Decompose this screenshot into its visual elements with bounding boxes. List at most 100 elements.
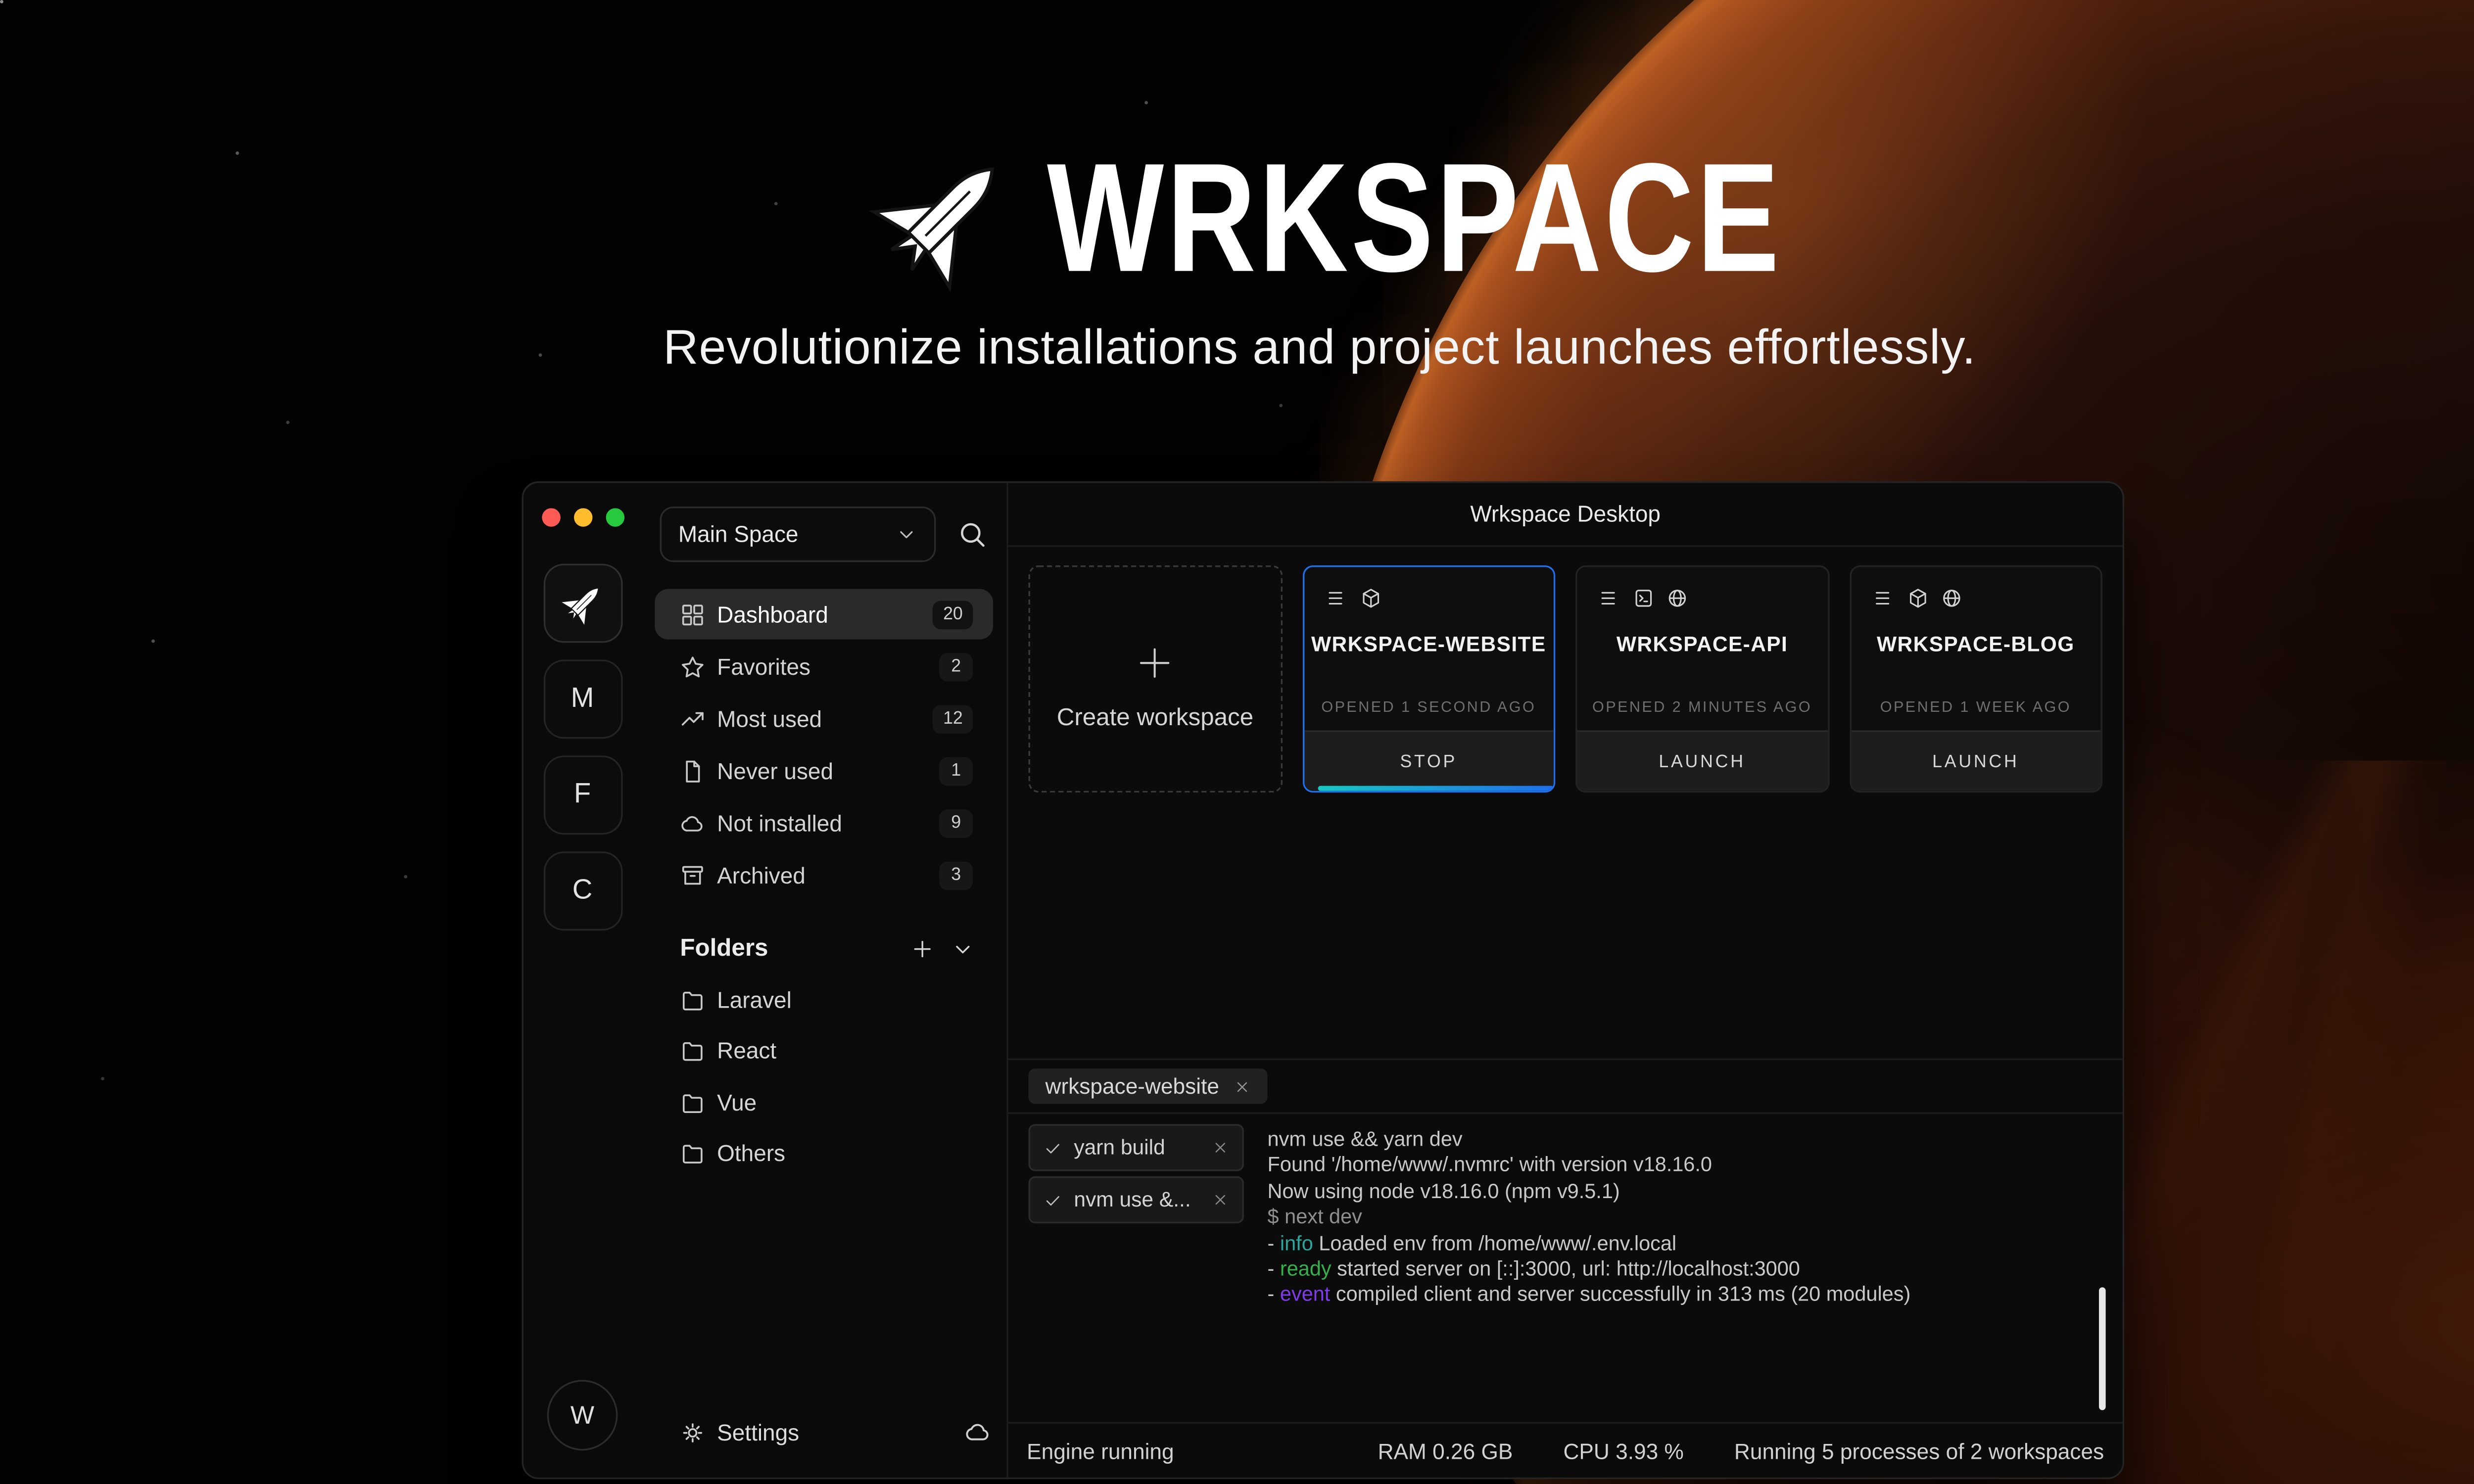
sidebar-folder-item[interactable]: Vue [641,1077,1006,1128]
terminal-output: nvm use && yarn devFound '/home/www/.nvm… [1268,1124,2102,1422]
create-workspace-inner: Create workspace [1057,640,1254,731]
sidebar-item-settings[interactable]: Settings [641,1407,1006,1457]
terminal-text: - [1268,1231,1280,1255]
archive-icon [680,862,705,887]
menu-icon [1599,587,1621,609]
workspace-card-icons [1304,567,1554,609]
search-button[interactable] [950,512,993,556]
terminal-tab[interactable]: wrkspace-website [1028,1068,1268,1104]
command-chip[interactable]: yarn build [1028,1124,1243,1171]
workspace-rail: M F C W [523,483,641,1477]
terminal-panel: yarn build nvm use &... nvm use && yarn … [1008,1114,2123,1422]
sidebar-nav-item[interactable]: Never used 1 [655,745,993,796]
avatar[interactable]: W [547,1380,618,1450]
create-workspace-label: Create workspace [1057,704,1254,731]
folder-icon [680,987,705,1013]
workspace-opened-time: OPENED 1 WEEK AGO [1851,698,2100,715]
close-chip-icon[interactable] [1212,1139,1229,1156]
space-button-letter: F [574,779,591,811]
count-badge: 20 [933,600,973,629]
folder-icon [680,1141,705,1166]
space-button-letter: C [572,875,593,907]
sidebar-nav: Dashboard 20 Favorites 2 Most used 12 Ne… [641,589,1006,902]
add-folder-icon[interactable] [910,937,934,961]
folder-icon [680,1090,705,1115]
workspace-action-button[interactable]: STOP [1304,730,1554,790]
count-badge: 1 [939,756,973,785]
ram-usage: RAM 0.26 GB [1378,1438,1513,1463]
workspace-card[interactable]: WRKSPACE-WEBSITE OPENED 1 SECOND AGO STO… [1302,565,1555,792]
terminal-text: Loaded env from /home/www/.env.local [1313,1231,1676,1255]
terminal-text: ready [1280,1257,1332,1281]
engine-status: Engine running [1027,1438,1174,1463]
workspace-card-icons [1577,567,1827,609]
terminal-scrollbar[interactable] [2099,1287,2106,1410]
workspace-action-button[interactable]: LAUNCH [1577,730,1827,790]
workspace-card[interactable]: WRKSPACE-API OPENED 2 MINUTES AGO LAUNCH [1575,565,1829,792]
sidebar-nav-item[interactable]: Not installed 9 [655,797,993,848]
minimize-button[interactable] [573,508,591,526]
zoom-button[interactable] [605,508,623,526]
command-chip[interactable]: nvm use &... [1028,1176,1243,1223]
count-badge: 2 [939,652,973,681]
terminal-tabbar: wrkspace-website [1008,1059,2123,1114]
close-chip-icon[interactable] [1212,1191,1229,1208]
space-buttons: M F C [543,660,622,948]
main-panel: Wrkspace Desktop Create workspace WRKSPA… [1008,483,2123,1477]
window-controls [541,508,624,526]
terminal-icon [1633,587,1655,609]
active-space-button[interactable] [543,564,622,643]
package-icon [1906,587,1928,609]
space-select[interactable]: Main Space [660,507,936,562]
space-button-letter: M [571,683,594,715]
close-tab-icon[interactable] [1235,1078,1251,1095]
space-button[interactable]: C [543,851,622,930]
folders-header: Folders [641,924,1006,974]
sidebar-folder-item[interactable]: Others [641,1128,1006,1180]
command-chips: yarn build nvm use &... [1028,1124,1243,1422]
window-title: Wrkspace Desktop [1008,483,2123,547]
terminal-text: - [1268,1283,1280,1307]
cloud-sync-icon[interactable] [964,1419,991,1445]
screenshot-viewport: WRKSPACE Revolutionize installations and… [0,0,2474,1484]
terminal-line: - info Loaded env from /home/www/.env.lo… [1268,1231,2102,1257]
workspace-opened-time: OPENED 2 MINUTES AGO [1577,698,1827,715]
process-count: Running 5 processes of 2 workspaces [1734,1438,2104,1463]
count-badge: 3 [939,861,973,889]
close-button[interactable] [541,508,560,526]
terminal-line: $ next dev [1268,1205,2102,1231]
globe-icon [1940,587,1962,609]
sidebar-folder-item[interactable]: Laravel [641,974,1006,1026]
chevron-down-icon [896,523,917,545]
search-icon [955,518,988,551]
trend-icon [680,706,705,731]
space-button[interactable]: F [543,755,622,835]
app-window: M F C W Main Space Dashboard 20 Favorite… [522,481,2125,1479]
space-selector-row: Main Space [641,507,1006,562]
terminal-tab-label: wrkspace-website [1046,1073,1220,1099]
sidebar-nav-item[interactable]: Dashboard 20 [655,589,993,640]
space-button[interactable]: M [543,660,622,739]
terminal-line: - event compiled client and server succe… [1268,1283,2102,1309]
workspace-name: WRKSPACE-WEBSITE [1304,633,1554,656]
sidebar-folder-item[interactable]: React [641,1025,1006,1077]
workspace-opened-time: OPENED 1 SECOND AGO [1304,698,1554,715]
gear-icon [680,1419,705,1444]
sidebar-nav-item[interactable]: Favorites 2 [655,641,993,692]
sidebar-nav-item[interactable]: Most used 12 [655,694,993,744]
folders-list: Laravel React Vue Others [641,974,1006,1180]
terminal-line: Found '/home/www/.nvmrc' with version v1… [1268,1154,2102,1179]
terminal-line: nvm use && yarn dev [1268,1127,2102,1153]
plus-icon [1133,640,1177,684]
sidebar-nav-item[interactable]: Archived 3 [655,850,993,900]
terminal-text: compiled client and server successfully … [1330,1283,1910,1307]
terminal-text: started server on [::]:3000, url: http:/… [1332,1257,1800,1281]
collapse-folders-icon[interactable] [951,937,975,961]
space-select-value: Main Space [678,522,896,547]
create-workspace-card[interactable]: Create workspace [1028,565,1282,792]
workspace-action-button[interactable]: LAUNCH [1851,730,2100,790]
workspace-card[interactable]: WRKSPACE-BLOG OPENED 1 WEEK AGO LAUNCH [1849,565,2102,792]
cloud-icon [680,810,705,835]
grid-icon [680,602,705,627]
folder-icon [680,1039,705,1064]
